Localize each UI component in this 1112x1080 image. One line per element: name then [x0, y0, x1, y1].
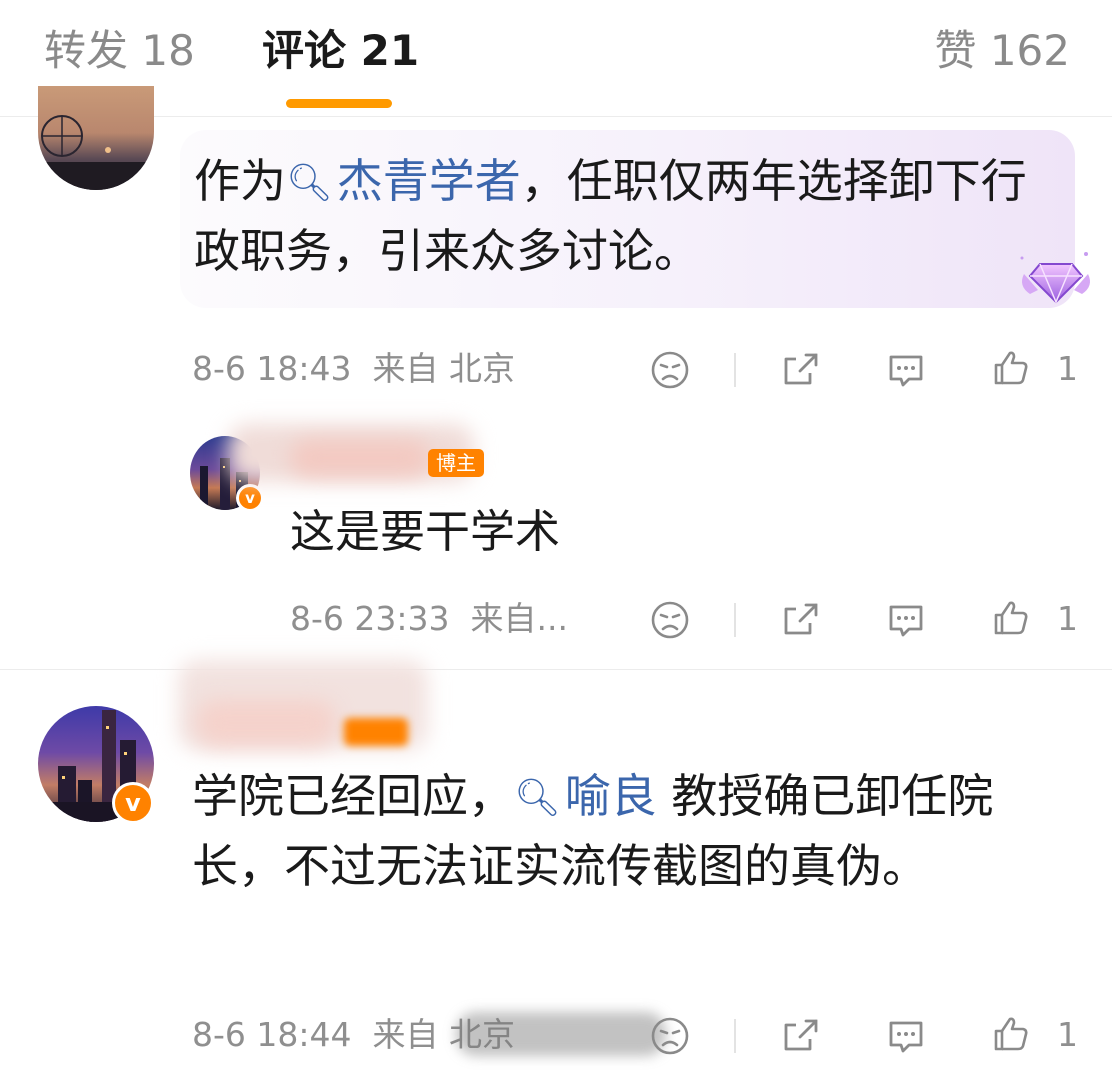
blurred-badge: [344, 718, 408, 746]
verified-v-icon: v: [236, 484, 264, 512]
reply-button[interactable]: [885, 599, 929, 639]
reply-meta: 8-6 23:33 来自...: [290, 599, 590, 639]
like-count: 1: [1057, 1015, 1078, 1054]
like-count: 1: [1057, 349, 1078, 388]
comment-time: 8-6 18:43: [192, 349, 352, 388]
dislike-face-icon: [651, 351, 689, 389]
share-icon: [784, 353, 818, 385]
reply-comment-icon: [889, 355, 923, 387]
user-mention[interactable]: 🔍︎喻良: [514, 769, 657, 823]
dislike-button[interactable]: [649, 349, 693, 389]
dislike-button[interactable]: [649, 1015, 693, 1055]
blurred-username: [290, 440, 430, 476]
reply-button[interactable]: [885, 1015, 929, 1055]
share-button[interactable]: [780, 349, 824, 389]
comment-time: 8-6 23:33: [290, 599, 450, 638]
tab-comments[interactable]: 评论 21: [262, 24, 419, 78]
share-icon: [784, 1019, 818, 1051]
avatar[interactable]: [38, 86, 154, 190]
divider: [734, 353, 736, 387]
tab-likes[interactable]: 赞 162: [934, 24, 1070, 78]
reply-comment-icon: [889, 1021, 923, 1053]
divider: [734, 603, 736, 637]
search-icon: 🔍︎: [514, 776, 561, 819]
ferris-wheel-photo: [38, 115, 154, 190]
reply-button[interactable]: [885, 349, 929, 389]
like-button[interactable]: [990, 597, 1034, 637]
like-count: 1: [1057, 599, 1078, 638]
watermark-smudge: [456, 1012, 666, 1056]
comment-text: 学院已经回应，🔍︎喻良 教授确已卸任院长，不过无法证实流传截图的真伪。: [192, 762, 1072, 901]
comment-location: 来自 北京: [372, 349, 515, 388]
dislike-face-icon: [651, 601, 689, 639]
comment-time: 8-6 18:44: [192, 1015, 352, 1054]
reply-comment-icon: [889, 605, 923, 637]
topic-mention[interactable]: 🔍︎杰青学者: [286, 154, 521, 208]
search-icon: 🔍︎: [286, 161, 333, 204]
thumb-up-icon: [994, 601, 1028, 635]
dislike-button[interactable]: [649, 599, 693, 639]
verified-v-icon: v: [112, 782, 154, 824]
share-button[interactable]: [780, 599, 824, 639]
tab-repost[interactable]: 转发 18: [44, 24, 195, 78]
comment-tabs: 转发 18 评论 21 赞 162: [0, 0, 1112, 117]
reply-text: 这是要干学术: [290, 505, 561, 558]
gem-medal-icon: [1020, 252, 1090, 304]
comment-meta: 8-6 18:43 来自 北京: [192, 349, 1082, 389]
like-button[interactable]: [990, 1013, 1034, 1053]
thumb-up-icon: [994, 351, 1028, 385]
divider: [734, 1019, 736, 1053]
divider: [0, 669, 1112, 670]
active-tab-indicator: [286, 99, 392, 108]
share-icon: [784, 603, 818, 635]
dislike-face-icon: [651, 1017, 689, 1055]
comment-text: 作为🔍︎杰青学者，任职仅两年选择卸下行政职务，引来众多讨论。: [194, 147, 1054, 285]
like-button[interactable]: [990, 347, 1034, 387]
thumb-up-icon: [994, 1017, 1028, 1051]
blurred-username: [196, 700, 336, 746]
comment-location: 来自...: [470, 599, 568, 638]
blogger-badge: 博主: [428, 449, 484, 477]
share-button[interactable]: [780, 1015, 824, 1055]
